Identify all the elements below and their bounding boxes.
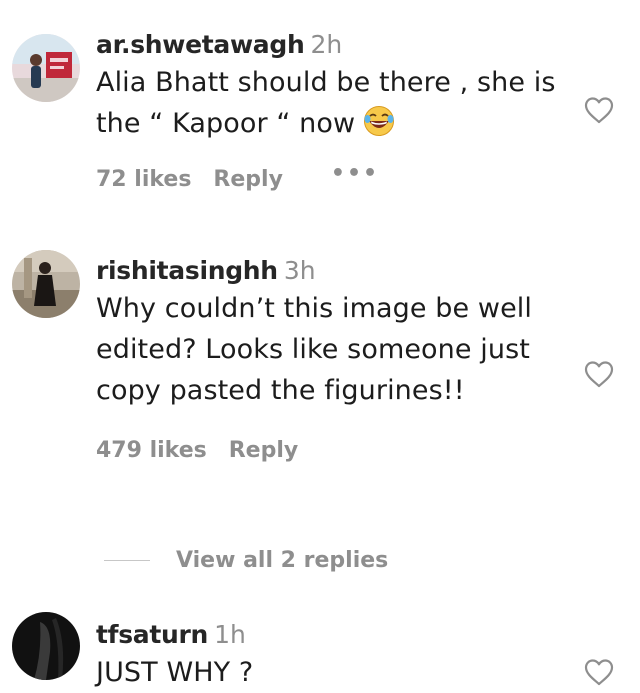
- replies-divider: [104, 560, 150, 561]
- heart-outline-icon[interactable]: [584, 96, 614, 124]
- comment-text: Why couldn’t this image be well edited? …: [96, 293, 533, 406]
- likes-count[interactable]: 72 likes: [96, 167, 191, 192]
- view-replies[interactable]: View all 2 replies: [96, 548, 388, 578]
- comment-header: ar.shwetawagh 2h: [96, 30, 576, 60]
- heart-outline-icon[interactable]: [584, 658, 614, 686]
- more-options-icon[interactable]: •••: [331, 160, 379, 188]
- comment-header: tfsaturn 1h: [96, 620, 576, 650]
- laughing-tears-emoji-icon: [363, 105, 395, 137]
- timestamp: 1h: [214, 620, 246, 649]
- view-replies-button[interactable]: View all 2 replies: [176, 548, 388, 573]
- comment-text: JUST WHY ?: [96, 657, 254, 688]
- likes-count[interactable]: 479 likes: [96, 438, 207, 463]
- heart-outline-icon[interactable]: [584, 360, 614, 388]
- comment-text-body: Alia Bhatt should be there , she is the …: [96, 67, 556, 139]
- username-link[interactable]: ar.shwetawagh: [96, 30, 305, 59]
- avatar[interactable]: [12, 612, 80, 680]
- comment-text: Alia Bhatt should be there , she is the …: [96, 62, 576, 144]
- reply-button[interactable]: Reply: [229, 438, 299, 463]
- reply-button[interactable]: Reply: [213, 167, 283, 192]
- avatar[interactable]: [12, 250, 80, 318]
- username-link[interactable]: tfsaturn: [96, 620, 208, 649]
- avatar[interactable]: [12, 34, 80, 102]
- comment-actions: 479 likes Reply: [96, 437, 576, 465]
- comment-actions: 72 likes Reply •••: [96, 160, 576, 194]
- timestamp: 2h: [310, 30, 343, 59]
- username-link[interactable]: rishitasinghh: [96, 256, 278, 285]
- timestamp: 3h: [283, 256, 316, 285]
- comment-header: rishitasinghh 3h: [96, 256, 576, 286]
